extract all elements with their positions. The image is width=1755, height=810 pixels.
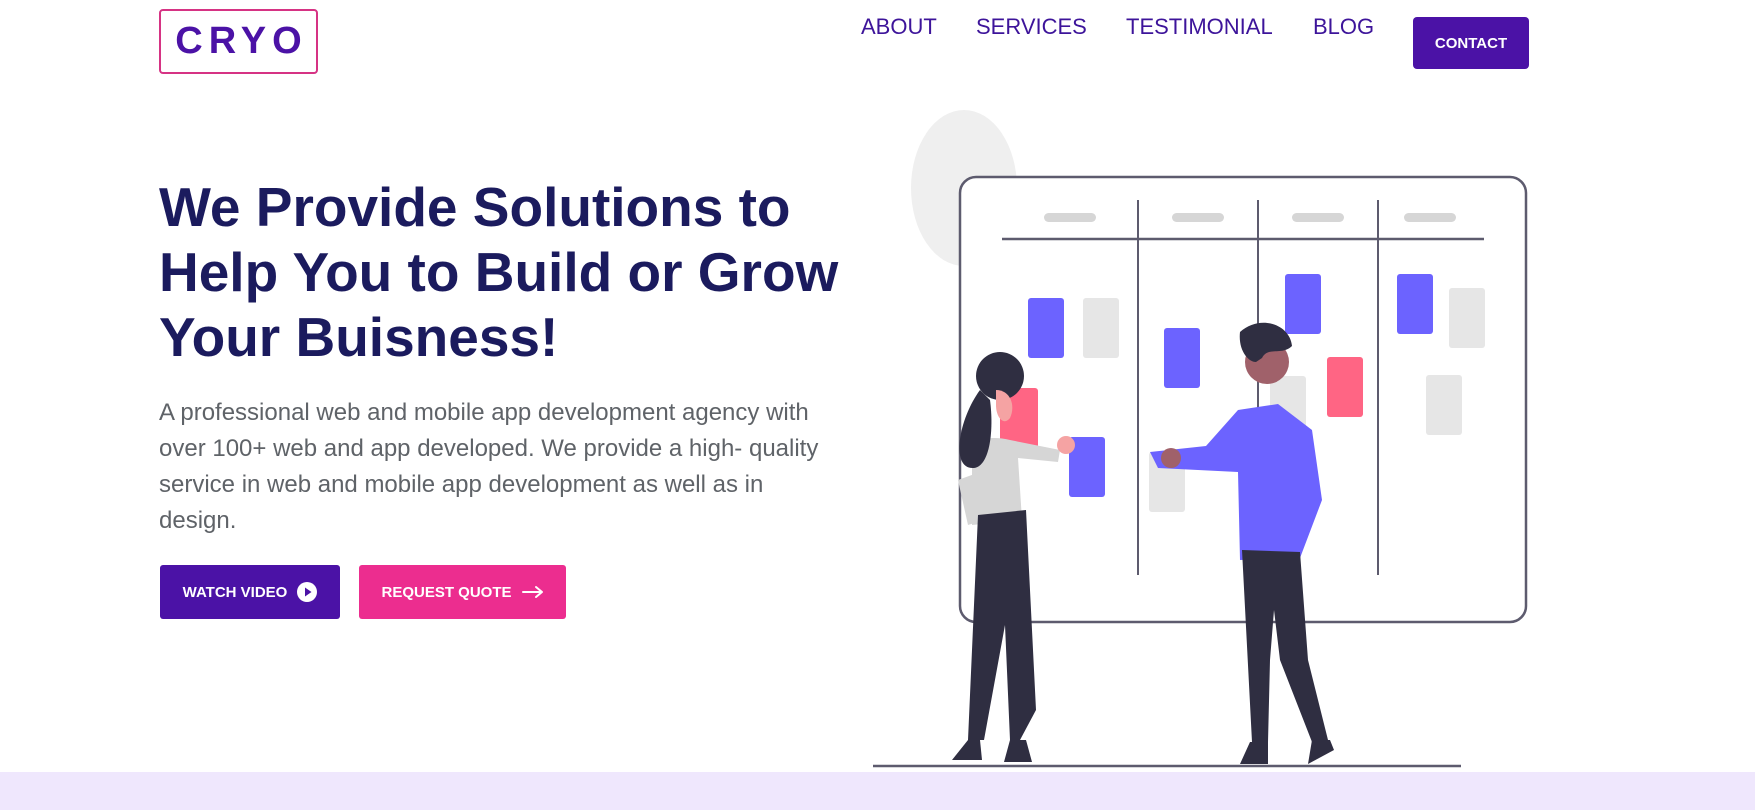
arrow-right-icon xyxy=(521,585,544,599)
footer-band xyxy=(0,772,1755,810)
contact-button[interactable]: CONTACT xyxy=(1413,17,1529,69)
logo-text: CRYO xyxy=(175,20,308,62)
hero-description: A professional web and mobile app develo… xyxy=(159,399,819,534)
play-circle-icon xyxy=(297,582,318,602)
nav-link-about[interactable]: ABOUT xyxy=(861,14,937,40)
hero-title: We Provide Solutions to Help You to Buil… xyxy=(159,176,839,368)
nav-link-blog[interactable]: BLOG xyxy=(1313,14,1374,40)
brand-logo[interactable]: CRYO xyxy=(159,9,318,74)
request-quote-label: REQUEST QUOTE xyxy=(381,583,512,601)
nav-link-testimonial[interactable]: TESTIMONIAL xyxy=(1126,14,1273,40)
nav-link-services[interactable]: SERVICES xyxy=(976,14,1087,40)
request-quote-button[interactable]: REQUEST QUOTE xyxy=(359,565,566,619)
watch-video-label: WATCH VIDEO xyxy=(182,583,288,601)
kanban-board-illustration xyxy=(873,110,1528,768)
hero-illustration xyxy=(860,100,1540,775)
watch-video-button[interactable]: WATCH VIDEO xyxy=(160,565,340,619)
